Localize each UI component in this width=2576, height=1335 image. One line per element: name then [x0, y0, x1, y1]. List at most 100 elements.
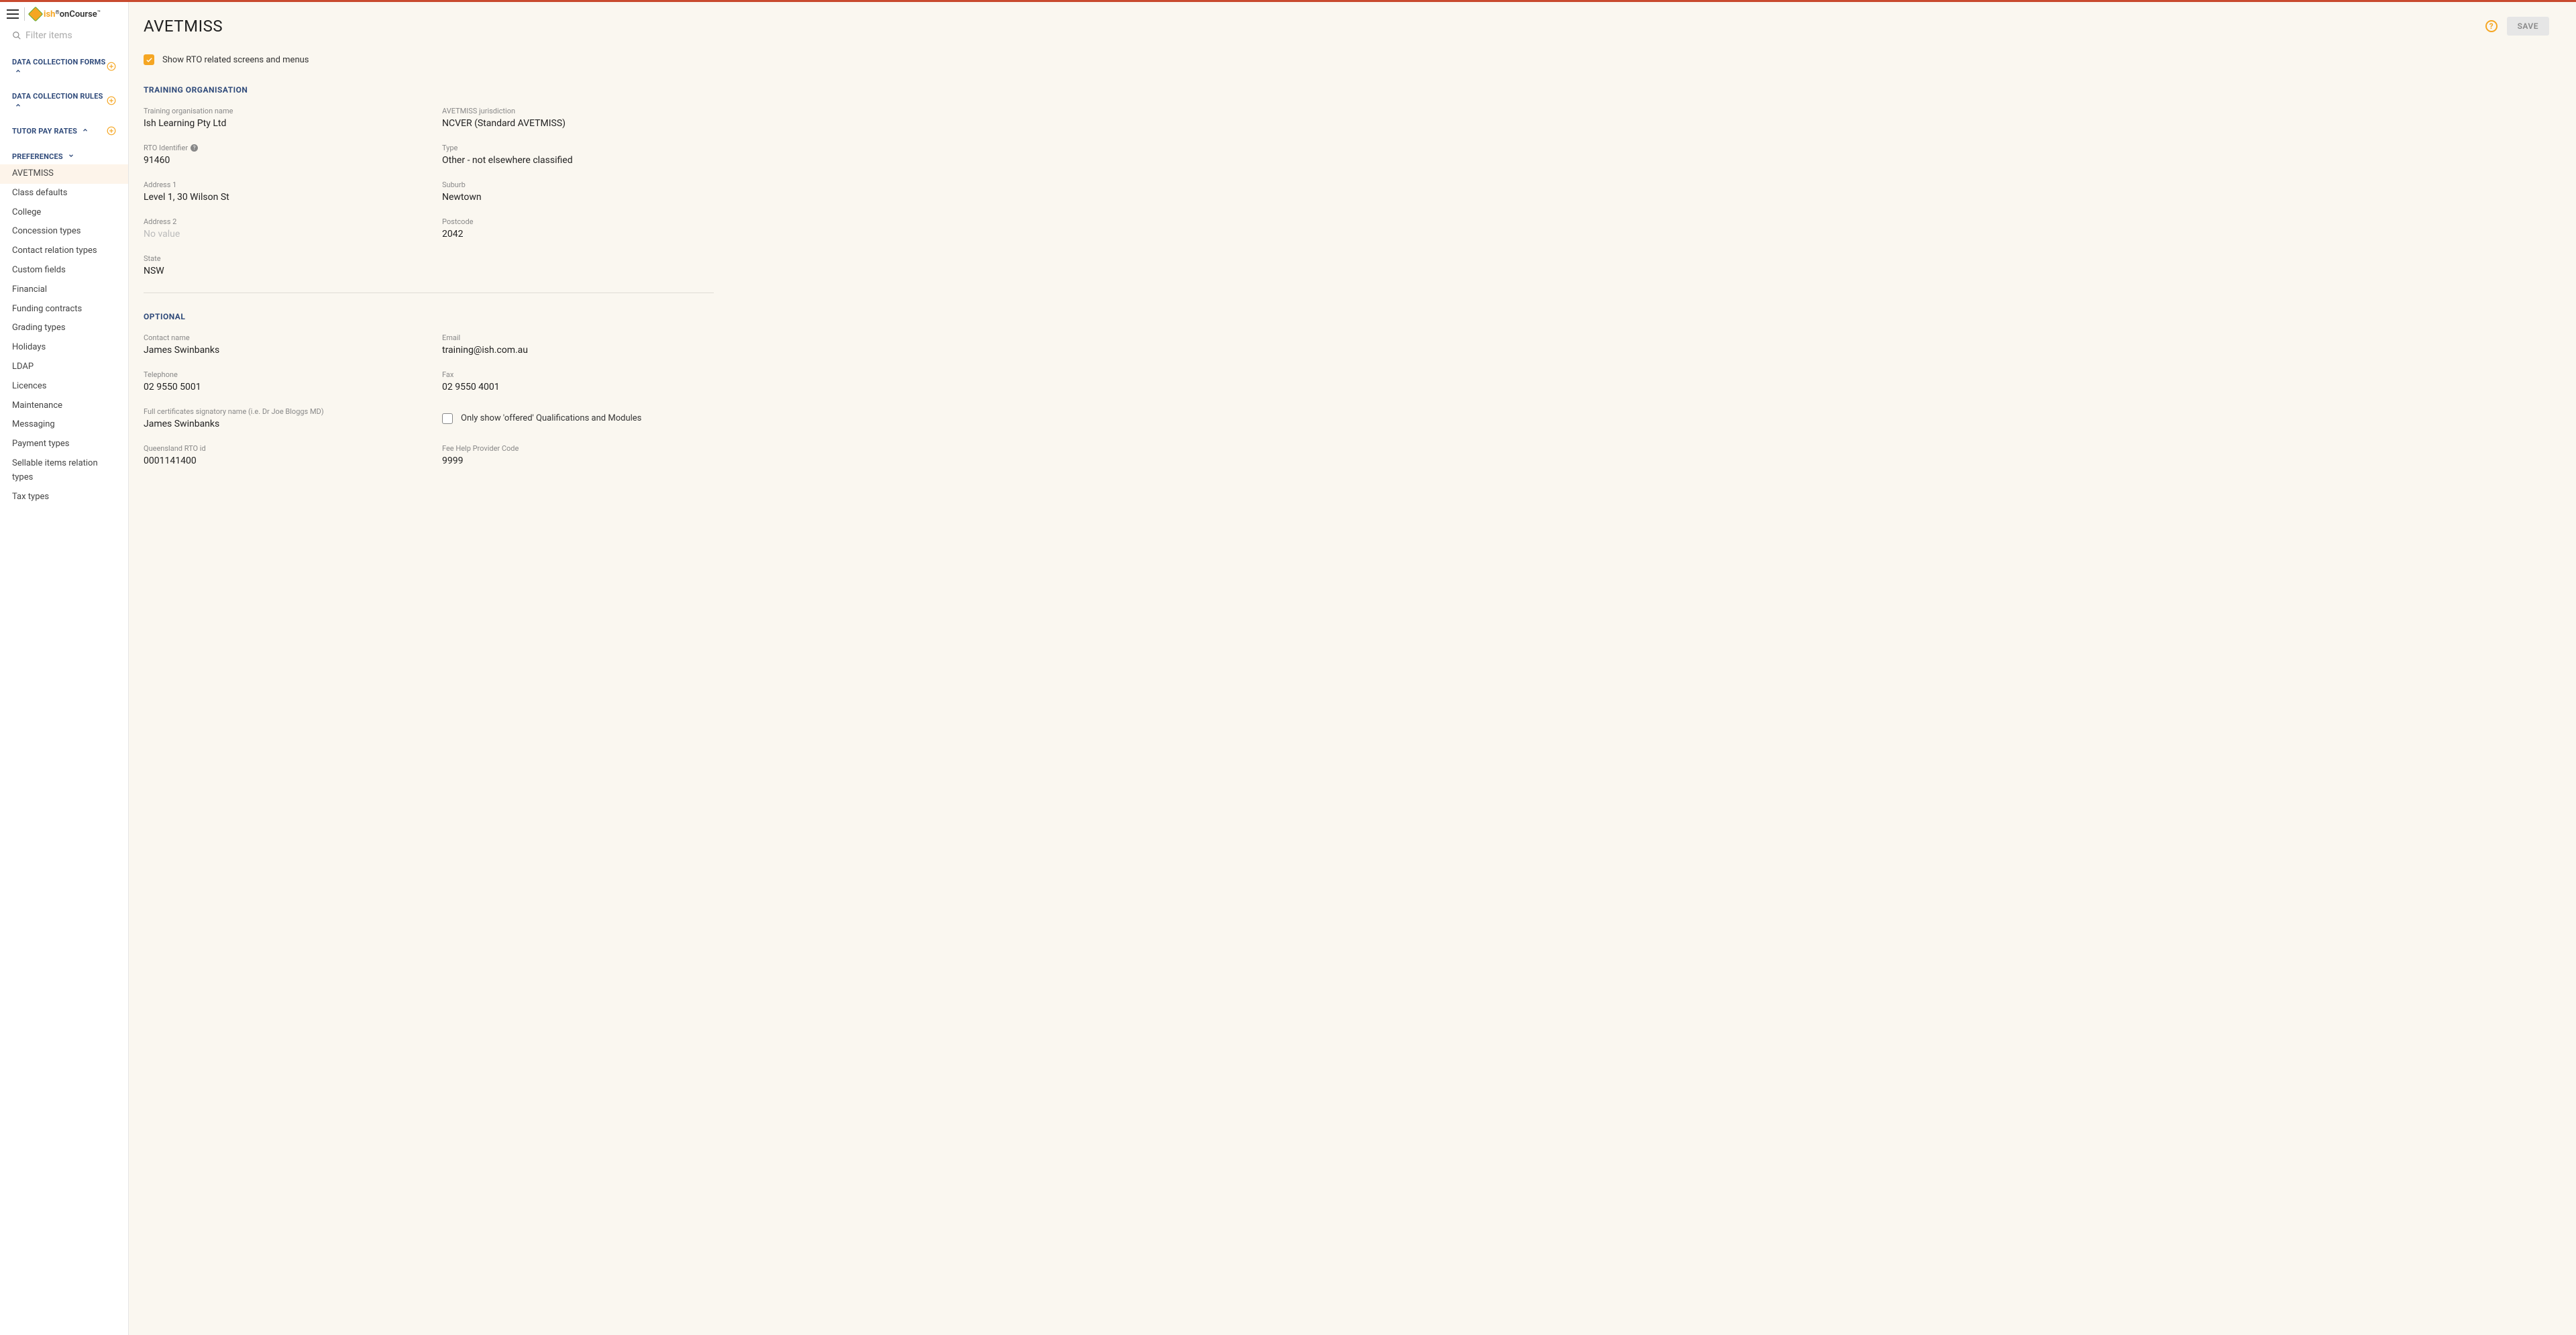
sidebar-item-messaging[interactable]: Messaging — [0, 415, 128, 435]
sidebar-item-concession-types[interactable]: Concession types — [0, 222, 128, 242]
sidebar-item-college[interactable]: College — [0, 203, 128, 223]
page-title: AVETMISS — [144, 17, 223, 36]
sidebar-item-payment-types[interactable]: Payment types — [0, 435, 128, 454]
sidebar-group-title: DATA COLLECTION FORMS — [12, 57, 107, 78]
sidebar-item-tax-types[interactable]: Tax types — [0, 488, 128, 507]
chevron-down-icon — [68, 152, 74, 162]
sidebar-item-licences[interactable]: Licences — [0, 377, 128, 396]
field-rto-id[interactable]: RTO Identifier? 91460 — [144, 144, 415, 166]
brand-ish: ish — [44, 9, 55, 19]
label-suburb: Suburb — [442, 180, 714, 189]
label-email: Email — [442, 333, 714, 342]
label-address2: Address 2 — [144, 217, 415, 226]
field-fax[interactable]: Fax 02 9550 4001 — [442, 370, 714, 392]
show-rto-label: Show RTO related screens and menus — [162, 55, 309, 65]
sidebar-group-title: PREFERENCES — [12, 152, 74, 162]
logo-diamond-icon — [28, 7, 44, 22]
show-rto-checkbox[interactable] — [144, 54, 154, 65]
field-postcode[interactable]: Postcode 2042 — [442, 217, 714, 239]
value-org-name: Ish Learning Pty Ltd — [144, 118, 415, 129]
sidebar-group-title: TUTOR PAY RATES — [12, 126, 89, 136]
field-telephone[interactable]: Telephone 02 9550 5001 — [144, 370, 415, 392]
label-org-name: Training organisation name — [144, 107, 415, 115]
sidebar-item-financial[interactable]: Financial — [0, 280, 128, 300]
value-qld-rto: 0001141400 — [144, 456, 415, 466]
label-contact-name: Contact name — [144, 333, 415, 342]
label-fee-help: Fee Help Provider Code — [442, 444, 714, 453]
brand-divider — [24, 7, 25, 21]
value-signatory: James Swinbanks — [144, 419, 415, 429]
field-state[interactable]: State NSW — [144, 254, 415, 276]
field-address1[interactable]: Address 1 Level 1, 30 Wilson St — [144, 180, 415, 203]
sidebar-item-sellable-items-relation-types[interactable]: Sellable items relation types — [0, 454, 128, 488]
help-icon[interactable]: ? — [2485, 20, 2498, 32]
section-training-org-title: TRAINING ORGANISATION — [144, 85, 2549, 95]
brand-tm: ™ — [97, 9, 101, 15]
brand-oncourse: onCourse — [60, 9, 97, 19]
label-telephone: Telephone — [144, 370, 415, 379]
brand-row: ish®onCourse™ — [0, 2, 128, 23]
only-offered-row[interactable]: Only show 'offered' Qualifications and M… — [442, 407, 714, 429]
value-email: training@ish.com.au — [442, 345, 714, 356]
sidebar-item-class-defaults[interactable]: Class defaults — [0, 184, 128, 203]
sidebar-group-0[interactable]: DATA COLLECTION FORMS — [0, 54, 128, 81]
show-rto-row[interactable]: Show RTO related screens and menus — [144, 54, 2549, 65]
menu-icon[interactable] — [7, 9, 19, 19]
chevron-up-icon — [15, 67, 21, 77]
label-type: Type — [442, 144, 714, 152]
sidebar-item-grading-types[interactable]: Grading types — [0, 319, 128, 338]
search-icon — [12, 31, 21, 40]
value-address2: No value — [144, 229, 415, 239]
info-icon[interactable]: ? — [191, 144, 198, 152]
chevron-up-icon — [82, 126, 89, 136]
section-optional-title: OPTIONAL — [144, 312, 2549, 321]
field-suburb[interactable]: Suburb Newtown — [442, 180, 714, 203]
field-signatory[interactable]: Full certificates signatory name (i.e. D… — [144, 407, 415, 429]
sidebar: ish®onCourse™ DATA COLLECTION FORMS DATA… — [0, 2, 129, 1335]
filter-input[interactable] — [25, 30, 116, 41]
only-offered-checkbox[interactable] — [442, 413, 453, 424]
value-contact-name: James Swinbanks — [144, 345, 415, 356]
field-qld-rto[interactable]: Queensland RTO id 0001141400 — [144, 444, 415, 466]
sidebar-item-contact-relation-types[interactable]: Contact relation types — [0, 242, 128, 261]
add-icon[interactable] — [107, 61, 116, 74]
value-fee-help: 9999 — [442, 456, 714, 466]
field-type[interactable]: Type Other - not elsewhere classified — [442, 144, 714, 166]
sidebar-group-1[interactable]: DATA COLLECTION RULES — [0, 89, 128, 115]
label-rto-id: RTO Identifier? — [144, 144, 415, 152]
field-email[interactable]: Email training@ish.com.au — [442, 333, 714, 356]
sidebar-group-2[interactable]: TUTOR PAY RATES — [0, 123, 128, 141]
sidebar-group-title: DATA COLLECTION RULES — [12, 91, 107, 112]
sidebar-item-holidays[interactable]: Holidays — [0, 338, 128, 358]
value-telephone: 02 9550 5001 — [144, 382, 415, 392]
label-jurisdiction: AVETMISS jurisdiction — [442, 107, 714, 115]
sidebar-item-funding-contracts[interactable]: Funding contracts — [0, 300, 128, 319]
label-qld-rto: Queensland RTO id — [144, 444, 415, 453]
label-fax: Fax — [442, 370, 714, 379]
sidebar-item-avetmiss[interactable]: AVETMISS — [0, 164, 128, 184]
label-postcode: Postcode — [442, 217, 714, 226]
field-address2[interactable]: Address 2 No value — [144, 217, 415, 239]
label-address1: Address 1 — [144, 180, 415, 189]
sidebar-item-maintenance[interactable]: Maintenance — [0, 396, 128, 416]
sidebar-group-3[interactable]: PREFERENCES — [0, 149, 128, 164]
chevron-up-icon — [15, 101, 21, 111]
field-org-name[interactable]: Training organisation name Ish Learning … — [144, 107, 415, 129]
field-fee-help[interactable]: Fee Help Provider Code 9999 — [442, 444, 714, 466]
filter-row — [0, 23, 128, 50]
field-contact-name[interactable]: Contact name James Swinbanks — [144, 333, 415, 356]
sidebar-item-custom-fields[interactable]: Custom fields — [0, 261, 128, 280]
field-jurisdiction[interactable]: AVETMISS jurisdiction NCVER (Standard AV… — [442, 107, 714, 129]
save-button[interactable]: SAVE — [2507, 17, 2549, 36]
value-postcode: 2042 — [442, 229, 714, 239]
add-icon[interactable] — [107, 95, 116, 108]
value-suburb: Newtown — [442, 192, 714, 203]
add-icon[interactable] — [107, 125, 116, 138]
value-type: Other - not elsewhere classified — [442, 155, 714, 166]
main-content: AVETMISS ? SAVE Show RTO related screens… — [129, 2, 2576, 1335]
value-rto-id: 91460 — [144, 155, 415, 166]
brand-logo: ish®onCourse™ — [30, 9, 101, 19]
sidebar-item-ldap[interactable]: LDAP — [0, 358, 128, 377]
value-jurisdiction: NCVER (Standard AVETMISS) — [442, 118, 714, 129]
value-address1: Level 1, 30 Wilson St — [144, 192, 415, 203]
